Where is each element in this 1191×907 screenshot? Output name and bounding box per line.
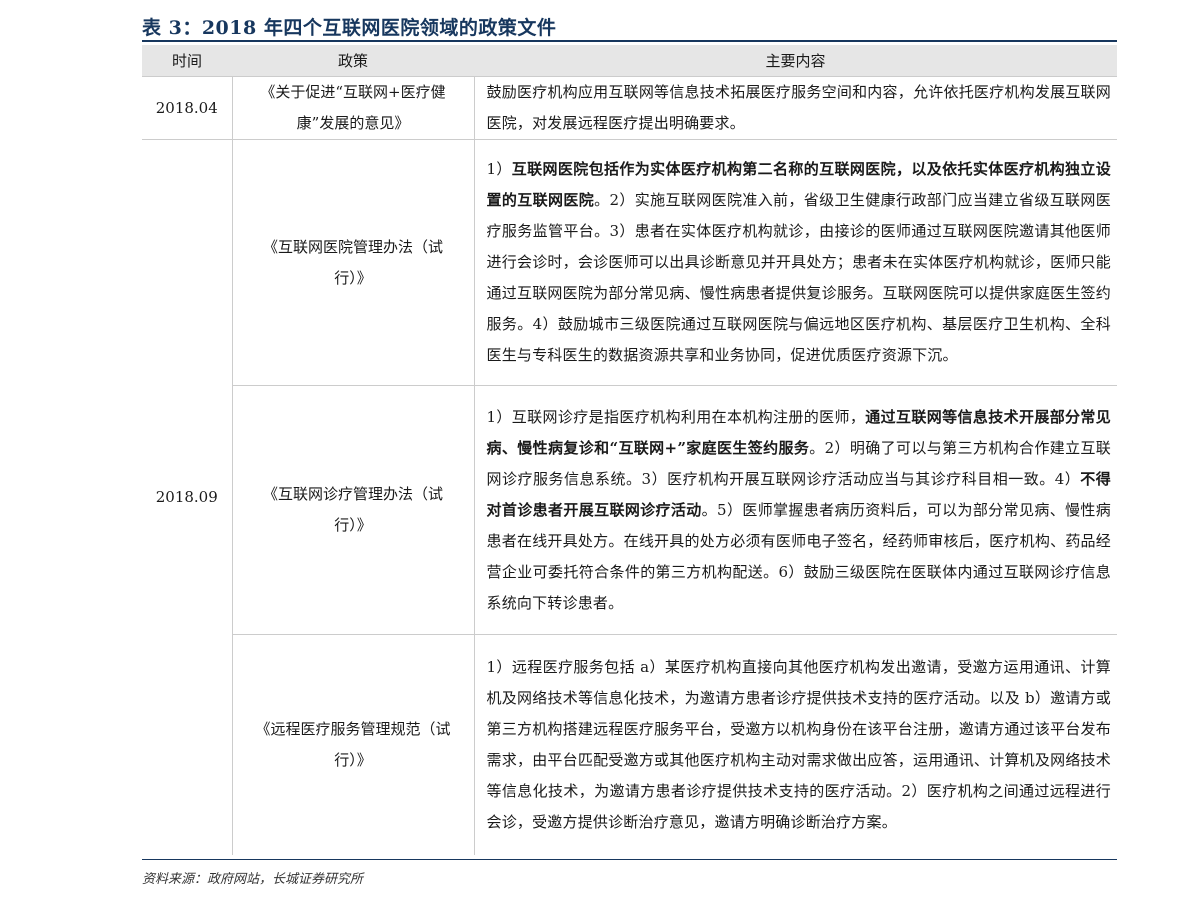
header-policy: 政策 bbox=[232, 45, 474, 77]
table-bottom-rule bbox=[142, 859, 1117, 860]
content-text: 1）远程医疗服务包括 a）某医疗机构直接向其他医疗机构发出邀请，受邀方运用通讯、… bbox=[486, 658, 1111, 831]
row-content: 1）互联网医院包括作为实体医疗机构第二名称的互联网医院，以及依托实体医疗机构独立… bbox=[474, 139, 1117, 386]
table-row: 2018.04 《关于促进“互联网+医疗健康”发展的意见》 鼓励医疗机构应用互联… bbox=[142, 76, 1117, 140]
header-content: 主要内容 bbox=[474, 45, 1117, 77]
row-time: 2018.04 bbox=[142, 76, 233, 140]
row-policy: 《互联网医院管理办法（试行）》 bbox=[232, 139, 475, 386]
row-policy: 《远程医疗服务管理规范（试行）》 bbox=[232, 634, 475, 855]
table-header-row: 时间 政策 主要内容 bbox=[142, 45, 1117, 77]
table-row: 《远程医疗服务管理规范（试行）》 1）远程医疗服务包括 a）某医疗机构直接向其他… bbox=[142, 634, 1117, 855]
row-content: 1）远程医疗服务包括 a）某医疗机构直接向其他医疗机构发出邀请，受邀方运用通讯、… bbox=[474, 634, 1117, 855]
row-content: 鼓励医疗机构应用互联网等信息技术拓展医疗服务空间和内容，允许依托医疗机构发展互联… bbox=[474, 76, 1117, 140]
content-text: 1）互联网诊疗是指医疗机构利用在本机构注册的医师， bbox=[486, 407, 866, 426]
row-content: 1）互联网诊疗是指医疗机构利用在本机构注册的医师，通过互联网等信息技术开展部分常… bbox=[474, 385, 1117, 635]
header-time: 时间 bbox=[142, 45, 232, 77]
content-text: 。2）实施互联网医院准入前，省级卫生健康行政部门应当建立省级互联网医疗服务监管平… bbox=[486, 191, 1111, 364]
table-title: 表 3：2018 年四个互联网医院领域的政策文件 bbox=[142, 15, 1117, 42]
table-row: 2018.09 《互联网医院管理办法（试行）》 1）互联网医院包括作为实体医疗机… bbox=[142, 139, 1117, 855]
source-note: 资料来源：政府网站，长城证券研究所 bbox=[142, 872, 364, 887]
row-policy: 《互联网诊疗管理办法（试行）》 bbox=[232, 385, 475, 635]
table-row: 《互联网诊疗管理办法（试行）》 1）互联网诊疗是指医疗机构利用在本机构注册的医师… bbox=[142, 385, 1117, 635]
content-text: 鼓励医疗机构应用互联网等信息技术拓展医疗服务空间和内容，允许依托医疗机构发展互联… bbox=[486, 83, 1111, 132]
row-policy: 《关于促进“互联网+医疗健康”发展的意见》 bbox=[232, 76, 475, 140]
policy-table: 时间 政策 主要内容 2018.04 《关于促进“互联网+医疗健康”发展的意见》… bbox=[142, 45, 1117, 855]
row-time: 2018.09 bbox=[142, 139, 233, 855]
content-text: 1） bbox=[486, 160, 512, 178]
